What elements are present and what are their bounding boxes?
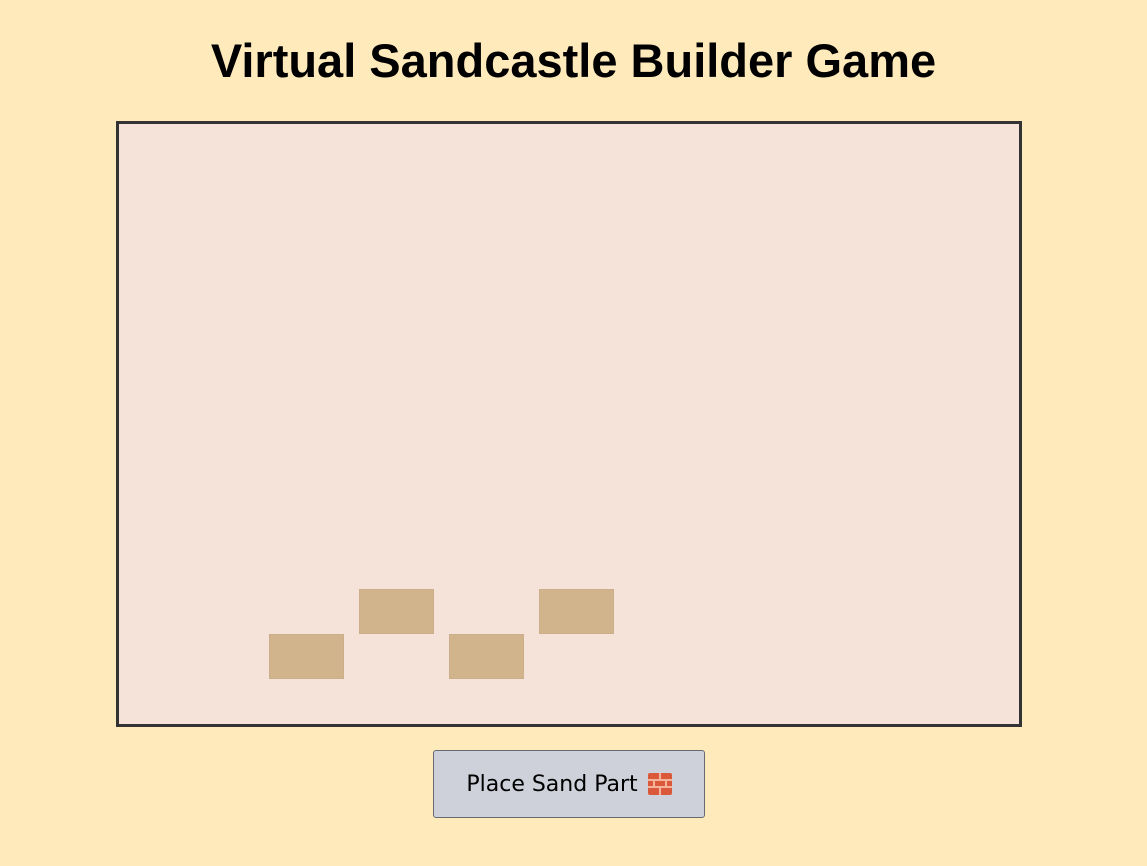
sand-block[interactable]: [539, 589, 614, 634]
game-board[interactable]: [116, 121, 1022, 727]
brick-icon: [647, 773, 672, 795]
sand-block[interactable]: [359, 589, 434, 634]
place-sand-part-button[interactable]: Place Sand Part: [433, 750, 705, 818]
sand-block[interactable]: [269, 634, 344, 679]
page-title: Virtual Sandcastle Builder Game: [210, 34, 937, 87]
sand-block[interactable]: [449, 634, 524, 679]
place-sand-part-label: Place Sand Part: [466, 771, 638, 797]
